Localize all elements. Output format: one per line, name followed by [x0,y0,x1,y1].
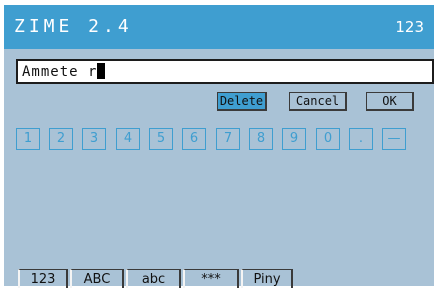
delete-button[interactable]: Delete [217,92,267,111]
key-period[interactable]: . [349,128,373,150]
title-bar: ZIME 2.4 123 [4,5,434,49]
text-cursor [97,63,106,79]
key-8[interactable]: 8 [249,128,273,150]
ime-screen: ZIME 2.4 123 Ammete r Delete Cancel OK 1… [4,5,434,288]
tab-numeric[interactable]: 123 [18,269,68,288]
cancel-button[interactable]: Cancel [289,92,347,111]
key-0[interactable]: 0 [316,128,340,150]
key-6[interactable]: 6 [182,128,206,150]
input-text: Ammete r [22,62,106,82]
key-4[interactable]: 4 [116,128,140,150]
key-3[interactable]: 3 [82,128,106,150]
key-5[interactable]: 5 [149,128,173,150]
ok-button[interactable]: OK [366,92,414,111]
app-title: ZIME 2.4 [14,16,133,37]
key-7[interactable]: 7 [216,128,240,150]
key-9[interactable]: 9 [282,128,306,150]
key-1[interactable]: 1 [16,128,40,150]
input-mode-indicator: 123 [395,18,424,36]
tab-symbols[interactable]: *** [183,269,239,288]
tab-pinyin[interactable]: Piny [241,269,293,288]
tab-uppercase[interactable]: ABC [70,269,124,288]
key-dash[interactable]: — [382,128,406,150]
tab-lowercase[interactable]: abc [126,269,181,288]
text-input-field[interactable]: Ammete r [16,59,434,84]
key-2[interactable]: 2 [49,128,73,150]
